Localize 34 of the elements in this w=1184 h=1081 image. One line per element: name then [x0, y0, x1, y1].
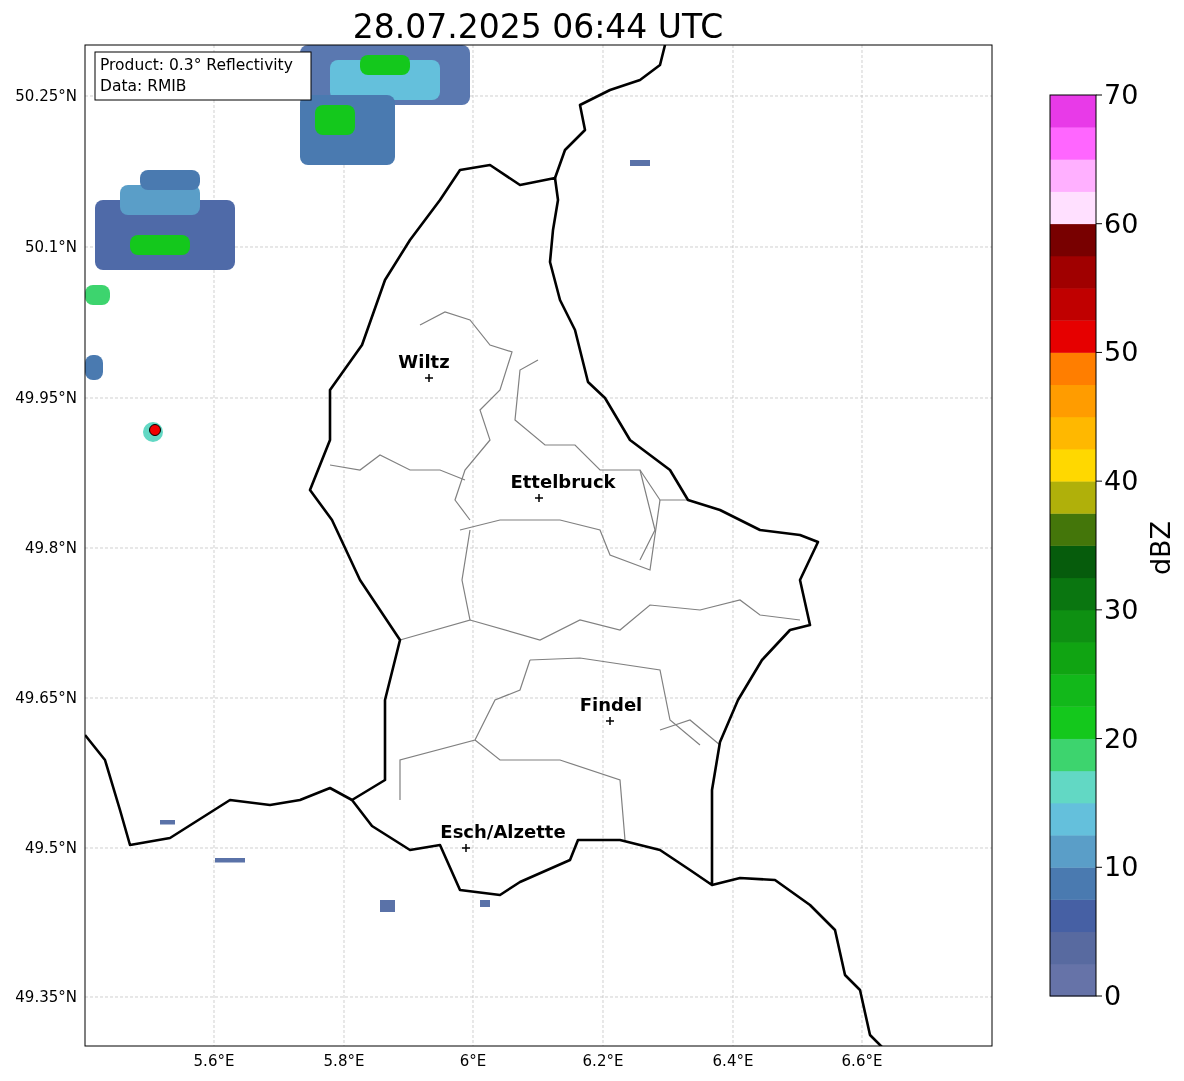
city-marker-icon	[605, 716, 615, 726]
longitude-label: 6°E	[459, 1052, 487, 1070]
city-label: Findel	[579, 694, 643, 715]
city-label: Wiltz	[398, 351, 450, 372]
city-label: Ettelbruck	[510, 471, 616, 492]
city-label: Esch/Alzette	[440, 821, 566, 842]
latitude-label: 49.95°N	[15, 389, 77, 407]
longitude-label: 6.4°E	[712, 1052, 754, 1070]
longitude-label: 6.2°E	[582, 1052, 624, 1070]
colorbar-tick-label: 0	[1104, 980, 1122, 1011]
colorbar-tick-label: 50	[1104, 336, 1139, 368]
latitude-label: 49.65°N	[15, 689, 77, 707]
radar-site-icon	[149, 424, 161, 436]
latitude-label: 49.35°N	[15, 988, 77, 1006]
colorbar-label: dBZ	[1145, 520, 1176, 576]
city-marker-icon	[534, 493, 544, 503]
longitude-label: 5.8°E	[323, 1052, 365, 1070]
colorbar-tick-label: 20	[1104, 722, 1139, 754]
colorbar-tick-label: 10	[1104, 851, 1139, 883]
colorbar-tick-label: 30	[1104, 593, 1139, 625]
city-marker-icon	[424, 373, 434, 383]
colorbar-tick-label: 70	[1104, 79, 1139, 110]
colorbar-tick-label: 60	[1104, 207, 1139, 239]
latitude-label: 50.1°N	[24, 238, 77, 256]
longitude-label: 5.6°E	[193, 1052, 235, 1070]
latitude-label: 49.5°N	[24, 839, 77, 857]
colorbar-tick-label: 40	[1104, 465, 1139, 497]
city-marker-icon	[461, 843, 471, 853]
longitude-label: 6.6°E	[841, 1052, 883, 1070]
chart-title: 28.07.2025 06:44 UTC	[352, 7, 724, 46]
info-text: Product: 0.3° Reflectivity	[100, 56, 293, 74]
latitude-label: 50.25°N	[15, 87, 77, 105]
latitude-label: 49.8°N	[24, 539, 77, 557]
info-text: Data: RMIB	[100, 77, 187, 95]
